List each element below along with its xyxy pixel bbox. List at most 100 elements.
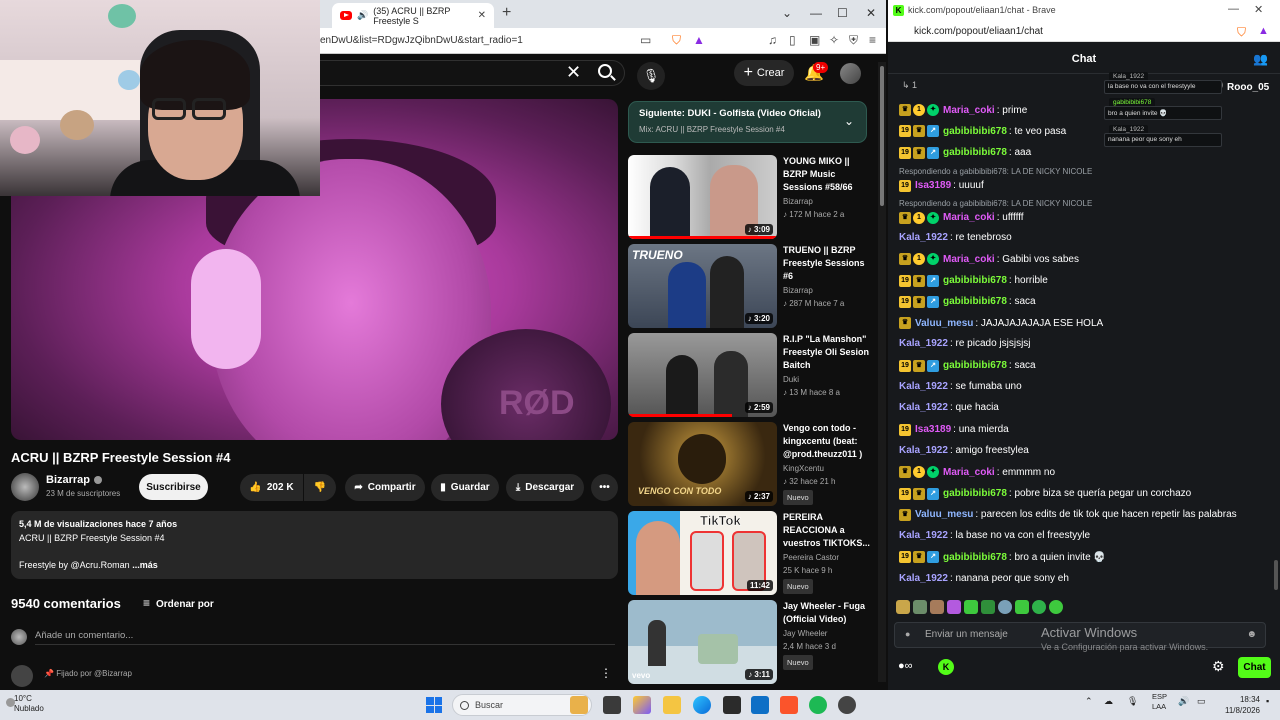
recommended-title[interactable]: Jay Wheeler - Fuga (Official Video) Jay …: [783, 600, 875, 670]
chat-message[interactable]: ♛ Valuu_mesu: JAJAJAJAJAJA ESE HOLA: [899, 317, 1103, 330]
channel-name[interactable]: Bizarrap: [46, 474, 103, 486]
emote-icon[interactable]: [930, 600, 944, 614]
users-icon[interactable]: 👥: [1253, 44, 1268, 74]
emote-icon[interactable]: [964, 600, 978, 614]
chat-message[interactable]: ♛ 1 ✦ Maria_coki: emmmm no: [899, 466, 1055, 479]
chat-username[interactable]: gabibibibi678: [943, 296, 1007, 307]
battery-icon[interactable]: ▭: [1197, 696, 1206, 707]
chat-message[interactable]: ♛ 1 ✦ Maria_coki: prime: [899, 104, 1027, 116]
up-next-panel[interactable]: Siguiente: DUKI - Golfista (Video Oficia…: [628, 101, 867, 143]
chat-message[interactable]: Kala_1922: re tenebroso: [899, 232, 1012, 243]
chat-username[interactable]: Valuu_mesu: [915, 318, 973, 329]
emote-icon[interactable]: [1015, 600, 1029, 614]
sidebar-icon[interactable]: ▯: [789, 33, 796, 47]
chat-message[interactable]: 19 ♛ ↗ gabibibibi678: saca: [899, 359, 1036, 372]
send-chat-button[interactable]: Chat: [1238, 657, 1271, 678]
copilot-icon[interactable]: [633, 696, 651, 714]
chat-username[interactable]: Kala_1922: [899, 530, 948, 541]
chat-username[interactable]: Isa3189: [915, 424, 951, 435]
recommended-video[interactable]: VENGO CON TODO ♪ 2:37 Vengo con todo - k…: [628, 422, 878, 506]
recommended-title[interactable]: YOUNG MIKO || BZRP Music Sessions #58/66…: [783, 155, 875, 221]
recommended-title-text[interactable]: PEREIRA REACCIONA a vuestros TIKTOKS...: [783, 512, 870, 548]
windows-start-icon[interactable]: [426, 697, 442, 713]
recommended-video[interactable]: TRUENO ♪ 3:20 TRUENO || BZRP Freestyle S…: [628, 244, 878, 328]
mic-icon[interactable]: 🎙: [637, 62, 665, 90]
chat-message[interactable]: ♛ Valuu_mesu: parecen los edits de tik to…: [899, 508, 1237, 521]
recommended-video[interactable]: TikTok 11:42 PEREIRA REACCIONA a vuestro…: [628, 511, 878, 595]
chat-username[interactable]: gabibibibi678: [943, 488, 1007, 499]
recommended-title-text[interactable]: YOUNG MIKO || BZRP Music Sessions #58/66: [783, 156, 853, 192]
emote-icon[interactable]: [981, 600, 995, 614]
chat-username[interactable]: gabibibibi678: [943, 552, 1007, 563]
chat-message[interactable]: 19 ♛ ↗ gabibibibi678: bro a quien invite 💀: [899, 551, 1106, 564]
kick-address-bar[interactable]: kick.com/popout/eliaan1/chat ⛉ ▲: [888, 22, 1280, 42]
chat-username[interactable]: Rooo_05: [1227, 82, 1269, 93]
chat-username[interactable]: Valuu_mesu: [915, 509, 973, 520]
chat-username[interactable]: Kala_1922: [899, 402, 948, 413]
chat-username[interactable]: Kala_1922: [899, 381, 948, 392]
recommended-title[interactable]: R.I.P "La Manshon" Freestyle Oli Sesion …: [783, 333, 875, 399]
points-icon[interactable]: ●∞: [898, 660, 913, 672]
create-button[interactable]: + Crear: [734, 60, 794, 86]
chat-username[interactable]: Maria_coki: [943, 254, 995, 265]
url-text[interactable]: enDwU&list=RDgwJzQibnDwU&start_radio=1: [320, 35, 523, 46]
chat-scrollbar[interactable]: [1274, 560, 1278, 590]
chat-username[interactable]: gabibibibi678: [943, 360, 1007, 371]
chevron-down-icon[interactable]: ⌄: [782, 6, 792, 20]
avatar[interactable]: [840, 63, 861, 84]
store-icon[interactable]: [723, 696, 741, 714]
emote-icon[interactable]: [947, 600, 961, 614]
brave-icon[interactable]: [780, 696, 798, 714]
chat-message[interactable]: 19 Isa3189: uuuuf: [899, 179, 984, 192]
chat-message[interactable]: Kala_1922: re picado jsjsjsjsj: [899, 338, 1031, 349]
close-window-icon[interactable]: ✕: [1254, 3, 1263, 16]
chat-username[interactable]: Kala_1922: [899, 445, 948, 456]
chat-username[interactable]: Isa3189: [915, 180, 951, 191]
chat-message[interactable]: Kala_1922: nanana peor que sony eh: [899, 573, 1069, 584]
network-icon[interactable]: ☁: [1104, 696, 1113, 707]
recommended-video[interactable]: vevo ♪ 3:11 Jay Wheeler - Fuga (Official…: [628, 600, 878, 684]
tab-youtube[interactable]: 🔊 (35) ACRU || BZRP Freestyle S ✕: [332, 3, 494, 28]
video-thumbnail[interactable]: vevo ♪ 3:11: [628, 600, 777, 684]
chat-message[interactable]: 19 ♛ ↗ gabibibibi678: horrible: [899, 274, 1048, 287]
minimize-icon[interactable]: —: [810, 6, 822, 20]
mail-icon[interactable]: [751, 696, 769, 714]
new-tab-icon[interactable]: +: [502, 4, 511, 22]
chat-username[interactable]: gabibibibi678: [943, 147, 1007, 158]
chevron-down-icon[interactable]: ⌄: [844, 114, 854, 128]
chat-message[interactable]: ♛ 1 ✦ Maria_coki: Gabibi vos sabes: [899, 253, 1079, 266]
channel-name-text[interactable]: Bizarrap: [46, 474, 90, 486]
share-button[interactable]: ➦ Compartir: [345, 474, 425, 501]
recommended-title[interactable]: TRUENO || BZRP Freestyle Sessions #6 Biz…: [783, 244, 875, 310]
spotify-icon[interactable]: [809, 696, 827, 714]
chat-username[interactable]: gabibibibi678: [943, 126, 1007, 137]
chat-message[interactable]: Kala_1922: que hacia: [899, 402, 999, 413]
notification-icon[interactable]: ▪: [1266, 696, 1269, 706]
search-icon[interactable]: [598, 64, 612, 78]
minimize-icon[interactable]: —: [1228, 3, 1239, 15]
more-actions-button[interactable]: •••: [591, 474, 618, 501]
brave-shield-icon[interactable]: ⛉: [672, 33, 681, 48]
emoji-icon[interactable]: ☻: [1246, 629, 1257, 640]
clock[interactable]: 18:34 11/8/2026: [1225, 694, 1260, 716]
show-more-link[interactable]: ...más: [132, 560, 158, 570]
recommended-title-text[interactable]: Vengo con todo - kingxcentu (beat: @prod…: [783, 423, 862, 459]
close-window-icon[interactable]: ✕: [866, 6, 876, 20]
chat-message[interactable]: 19 ♛ ↗ gabibibibi678: pobre biza se quería …: [899, 487, 1191, 500]
chat-message[interactable]: 19 ♛ ↗ gabibibibi678: aaa: [899, 146, 1031, 159]
video-thumbnail[interactable]: TRUENO ♪ 3:20: [628, 244, 777, 328]
search-highlight-icon[interactable]: [570, 696, 588, 714]
chat-username[interactable]: Maria_coki: [943, 105, 995, 116]
recommended-title-text[interactable]: Jay Wheeler - Fuga (Official Video): [783, 601, 865, 624]
channel-avatar[interactable]: [11, 473, 39, 501]
wallet-icon[interactable]: ▣: [809, 33, 820, 47]
emote-icon[interactable]: [998, 600, 1012, 614]
subscribe-button[interactable]: Suscribirse: [139, 474, 208, 500]
video-thumbnail[interactable]: VENGO CON TODO ♪ 2:37: [628, 422, 777, 506]
sort-button[interactable]: ≡ Ordenar por: [143, 596, 214, 610]
mic-tray-icon[interactable]: 🎙: [1127, 696, 1138, 707]
chat-message[interactable]: Kala_1922: la base no va con el freestyy…: [899, 530, 1090, 541]
chat-message[interactable]: Kala_1922: se fumaba uno: [899, 381, 1022, 392]
chat-username[interactable]: Maria_coki: [943, 212, 995, 223]
chat-username[interactable]: gabibibibi678: [943, 275, 1007, 286]
